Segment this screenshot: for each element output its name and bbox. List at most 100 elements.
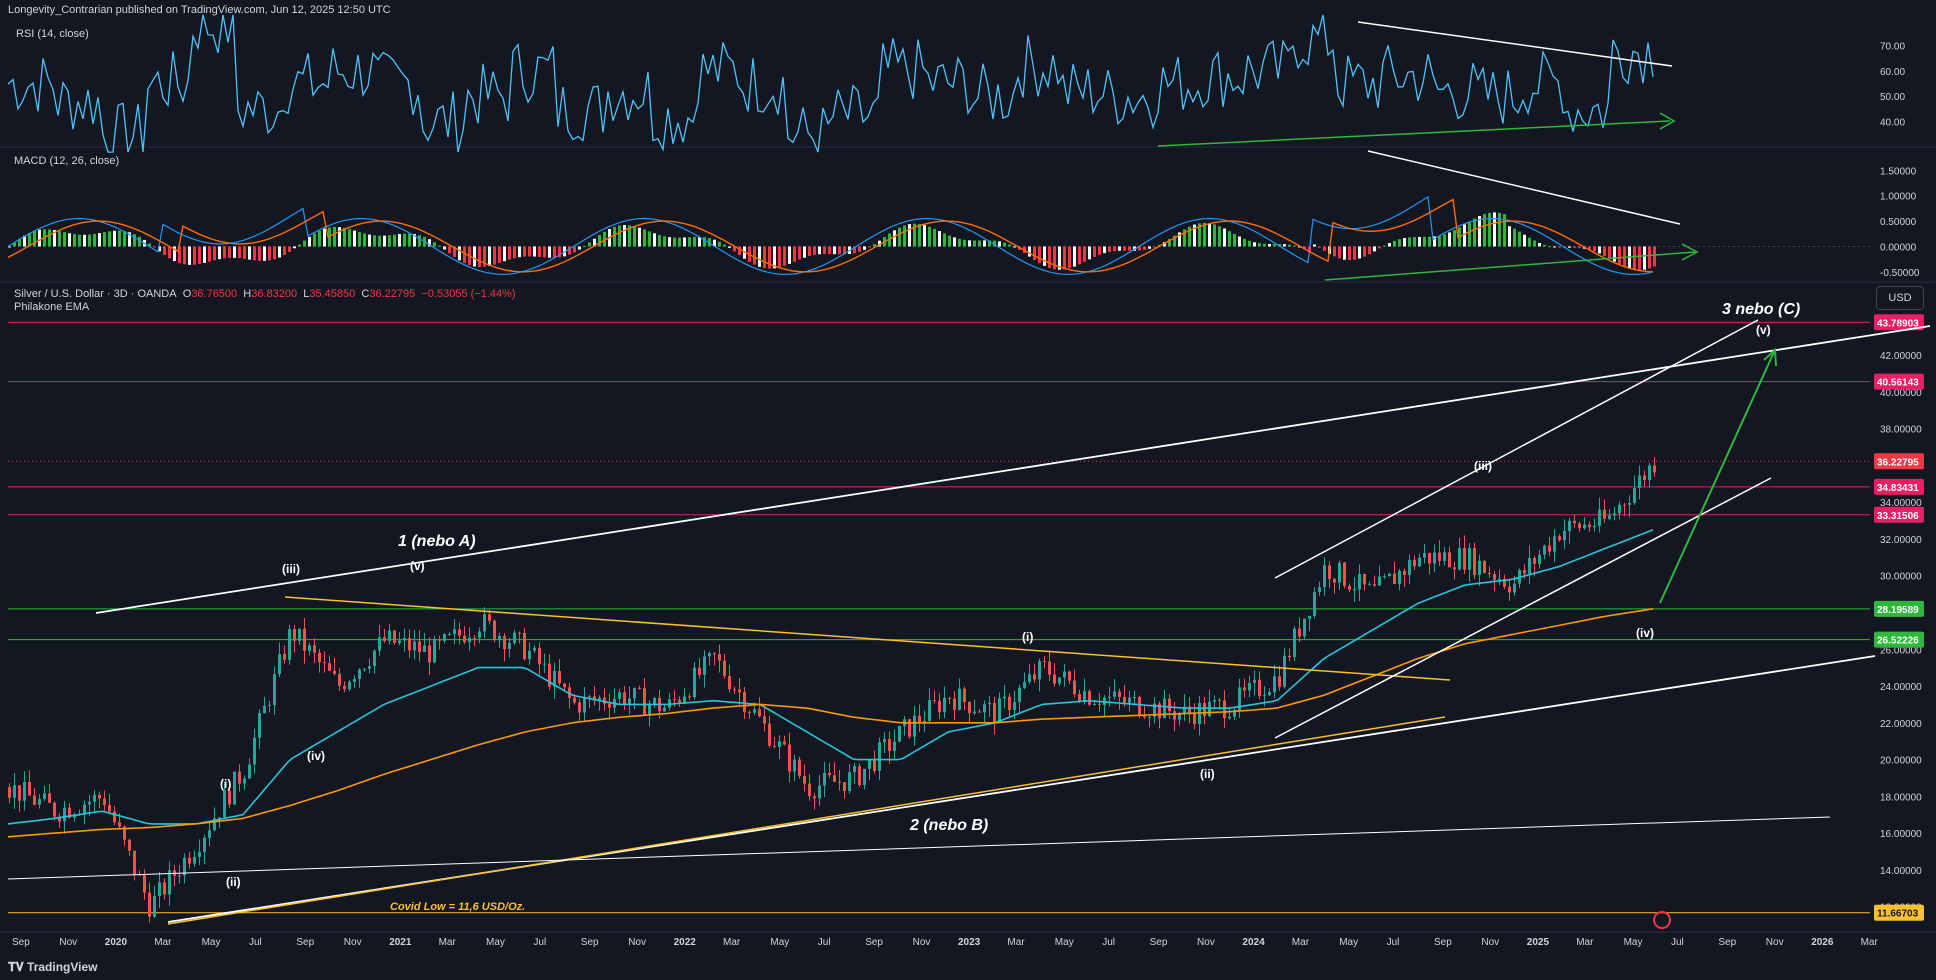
macd-histogram-bar: [983, 240, 986, 247]
candle-body: [563, 683, 566, 688]
candle-body: [1338, 562, 1341, 583]
candle-body: [453, 629, 456, 634]
candle-body: [188, 857, 191, 864]
candle-body: [1358, 573, 1361, 590]
candle-body: [1268, 692, 1271, 696]
macd-histogram-bar: [1383, 245, 1386, 247]
macd-histogram-bar: [1513, 228, 1516, 247]
macd-histogram-bar: [1223, 228, 1226, 247]
macd-histogram-bar: [623, 225, 626, 247]
macd-histogram-bar: [828, 246, 831, 254]
macd-histogram-bar: [1088, 246, 1091, 260]
macd-histogram-bar: [88, 234, 91, 247]
candle-body: [818, 785, 821, 799]
candle-body: [38, 799, 41, 805]
macd-histogram-bar: [1568, 246, 1571, 248]
macd-histogram-bar: [643, 229, 646, 247]
candle-body: [243, 778, 246, 784]
macd-histogram-bar: [978, 240, 981, 247]
candle-body: [858, 766, 861, 786]
time-axis-label: Nov: [1481, 937, 1499, 948]
candle-body: [278, 654, 281, 675]
candle-body: [528, 650, 531, 660]
candle-body: [388, 630, 391, 642]
candle-body: [673, 699, 676, 701]
candle-body: [998, 698, 1001, 723]
candle-body: [638, 687, 641, 689]
macd-histogram-bar: [208, 246, 211, 262]
price-tick-label: 16.00000: [1880, 829, 1922, 840]
candle-body: [513, 632, 516, 643]
candle-body: [258, 713, 261, 738]
macd-histogram-bar: [478, 246, 481, 268]
macd-histogram-bar: [248, 246, 251, 260]
candle-body: [808, 783, 811, 797]
candle-body: [88, 801, 91, 805]
macd-histogram-bar: [838, 246, 841, 255]
macd-histogram-bar: [1273, 243, 1276, 247]
wave-2-label: 2 (nebo B): [909, 817, 988, 834]
candle-body: [928, 700, 931, 721]
macd-histogram-bar: [113, 230, 116, 247]
rsi-tick-label: 50.00: [1880, 92, 1905, 103]
candle-body: [193, 856, 196, 864]
macd-histogram-bar: [863, 246, 866, 250]
macd-histogram-bar: [1113, 246, 1116, 252]
macd-histogram-bar: [638, 227, 641, 247]
candle-body: [1043, 661, 1046, 663]
time-axis-label: May: [1055, 937, 1074, 948]
price-tick-label: 24.00000: [1880, 682, 1922, 693]
macd-histogram: [8, 212, 1656, 271]
price-badge-label: 28.19589: [1877, 605, 1919, 616]
macd-histogram-bar: [543, 246, 546, 258]
macd-histogram-bar: [1448, 232, 1451, 247]
macd-histogram-bar: [653, 233, 656, 247]
tradingview-logo[interactable]: 𝐓𝐕 TradingView: [8, 960, 98, 975]
macd-histogram-bar: [1238, 236, 1241, 247]
time-axis-label: Mar: [1292, 937, 1310, 948]
candle-body: [1133, 697, 1136, 699]
candle-body: [153, 895, 156, 917]
macd-histogram-bar: [198, 246, 201, 264]
covid-low-annotation: Covid Low = 11,6 USD/Oz.: [390, 901, 525, 913]
candle-body: [223, 790, 226, 818]
candle-body: [1393, 573, 1396, 585]
macd-histogram-bar: [808, 246, 811, 257]
macd-histogram-bar: [213, 246, 216, 261]
candle-body: [308, 645, 311, 651]
macd-histogram-bar: [598, 235, 601, 247]
time-axis-label: Mar: [439, 937, 457, 948]
candle-body: [158, 882, 161, 896]
chart-canvas[interactable]: 70.00 60.00 50.00 40.00 1.50000 1.00000 0.5000…: [0, 0, 1936, 980]
macd-histogram-bar: [1598, 246, 1601, 254]
time-axis-label: 2026: [1811, 937, 1834, 948]
candle-body: [713, 653, 716, 655]
candle-body: [1243, 687, 1246, 691]
macd-histogram-bar: [1013, 246, 1016, 248]
macd-histogram-bar: [293, 246, 296, 249]
candle-body: [1258, 679, 1261, 696]
candle-body: [588, 696, 591, 698]
macd-histogram-bar: [108, 231, 111, 247]
candle-body: [143, 875, 146, 893]
candle-body: [98, 794, 101, 799]
macd-histogram-bar: [1343, 246, 1346, 260]
macd-histogram-bar: [438, 245, 441, 247]
candle-body: [103, 798, 106, 805]
candle-body: [803, 775, 806, 784]
macd-histogram-bar: [183, 246, 186, 265]
candle-body: [1173, 711, 1176, 720]
time-axis-label: Jul: [818, 937, 831, 948]
wave-label-left-v: (v): [410, 559, 425, 573]
candle-body: [853, 766, 856, 773]
candle-body: [468, 637, 471, 643]
macd-tick-label: 0.00000: [1880, 242, 1917, 253]
candle-body: [1218, 699, 1221, 701]
macd-histogram-bar: [218, 246, 221, 260]
candle-body: [1078, 694, 1081, 702]
candle-body: [493, 620, 496, 641]
candle-body: [1583, 524, 1586, 529]
macd-histogram-bar: [448, 246, 451, 254]
macd-histogram-bar: [718, 241, 721, 247]
candle-body: [763, 716, 766, 724]
